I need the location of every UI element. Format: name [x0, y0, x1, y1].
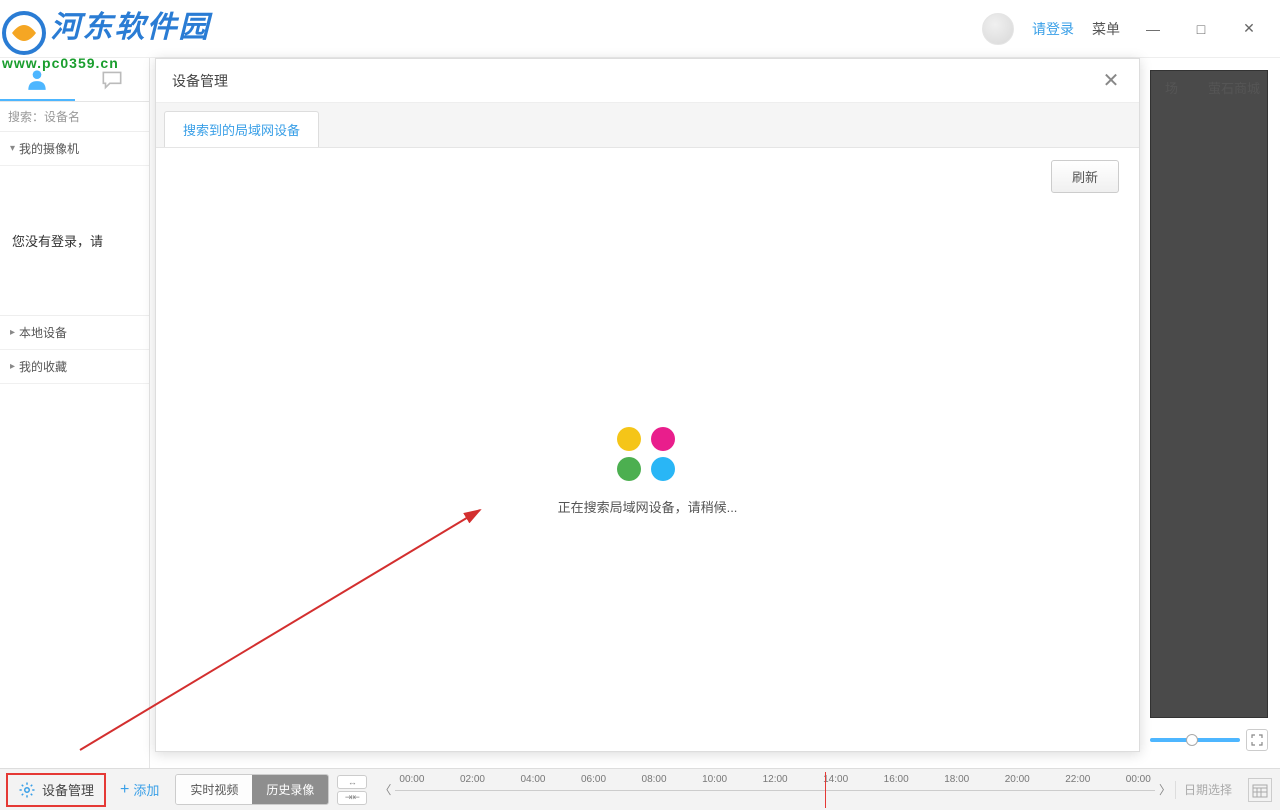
- close-button[interactable]: ✕: [1234, 14, 1264, 44]
- caret-right-icon: ▸: [10, 327, 15, 338]
- date-select-label: 日期选择: [1176, 781, 1240, 798]
- device-management-button[interactable]: 设备管理: [6, 773, 106, 807]
- caret-right-icon: ▸: [10, 361, 15, 372]
- timeline-next[interactable]: 〉: [1155, 781, 1175, 798]
- gear-icon: [18, 781, 36, 799]
- timeline-tick: 02:00: [460, 774, 485, 785]
- tree-my-camera[interactable]: ▾ 我的摄像机: [0, 132, 149, 166]
- modal-close-button[interactable]: ✕: [1099, 68, 1123, 93]
- calendar-button[interactable]: [1248, 778, 1272, 802]
- calendar-icon: [1252, 782, 1268, 798]
- timeline-tick: 10:00: [702, 774, 727, 785]
- link-market[interactable]: 场: [1165, 78, 1178, 97]
- loading-spinner: [617, 427, 679, 481]
- timeline-marker[interactable]: [825, 772, 826, 808]
- device-management-modal: 设备管理 ✕ 搜索到的局域网设备 刷新 正在搜索局域网设备，请稍候...: [155, 58, 1140, 752]
- timeline-tick: 18:00: [944, 774, 969, 785]
- timeline-tick: 08:00: [642, 774, 667, 785]
- zoom-slider[interactable]: [1150, 738, 1240, 742]
- avatar[interactable]: [982, 13, 1014, 45]
- topbar: 请登录 菜单 — □ ✕: [0, 0, 1280, 58]
- timeline-tick: 00:00: [1126, 774, 1151, 785]
- timeline-tick: 04:00: [520, 774, 545, 785]
- menu-button[interactable]: 菜单: [1092, 19, 1120, 39]
- plus-icon: +: [120, 781, 129, 799]
- tab-live-video[interactable]: 实时视频: [176, 775, 252, 804]
- timeline-tick: 16:00: [884, 774, 909, 785]
- login-link[interactable]: 请登录: [1032, 19, 1074, 39]
- modal-tab-lan[interactable]: 搜索到的局域网设备: [164, 111, 319, 147]
- timeline-prev[interactable]: 〈: [375, 781, 395, 798]
- timeline[interactable]: 00:00 02:00 04:00 06:00 08:00 10:00 12:00 14:00…: [395, 770, 1155, 810]
- timeline-tick: 22:00: [1065, 774, 1090, 785]
- timeline-tick: 00:00: [399, 774, 424, 785]
- timeline-expand-button[interactable]: ↔: [337, 775, 367, 789]
- modal-title: 设备管理: [172, 71, 228, 91]
- timeline-tick: 14:00: [823, 774, 848, 785]
- link-mall[interactable]: 萤石商城: [1208, 78, 1260, 97]
- refresh-button[interactable]: 刷新: [1051, 160, 1119, 193]
- maximize-button[interactable]: □: [1186, 14, 1216, 44]
- timeline-tick: 06:00: [581, 774, 606, 785]
- sidebar-tab-devices[interactable]: [0, 58, 75, 101]
- add-button[interactable]: + 添加: [112, 780, 167, 799]
- timeline-tick: 12:00: [763, 774, 788, 785]
- caret-down-icon: ▾: [10, 143, 15, 154]
- fullscreen-button[interactable]: [1246, 729, 1268, 751]
- minimize-button[interactable]: —: [1138, 14, 1168, 44]
- loading-text: 正在搜索局域网设备，请稍候...: [558, 497, 738, 516]
- sidebar-tab-messages[interactable]: [75, 58, 150, 101]
- sidebar: 搜索：设备名 ▾ 我的摄像机 您没有登录，请 ▸ 本地设备 ▸ 我的收藏: [0, 58, 150, 768]
- tree-local-device[interactable]: ▸ 本地设备: [0, 316, 149, 350]
- timeline-tick: 20:00: [1005, 774, 1030, 785]
- tab-history-video[interactable]: 历史录像: [252, 775, 328, 804]
- timeline-collapse-button[interactable]: ⇥⇤: [337, 791, 367, 805]
- tree-my-favorites[interactable]: ▸ 我的收藏: [0, 350, 149, 384]
- video-panel: [1150, 70, 1268, 718]
- login-prompt: 您没有登录，请: [0, 166, 149, 316]
- search-input[interactable]: 搜索：设备名: [0, 102, 149, 132]
- bottombar: 设备管理 + 添加 实时视频 历史录像 ↔ ⇥⇤ 〈 00:00 02:00 04:…: [0, 768, 1280, 810]
